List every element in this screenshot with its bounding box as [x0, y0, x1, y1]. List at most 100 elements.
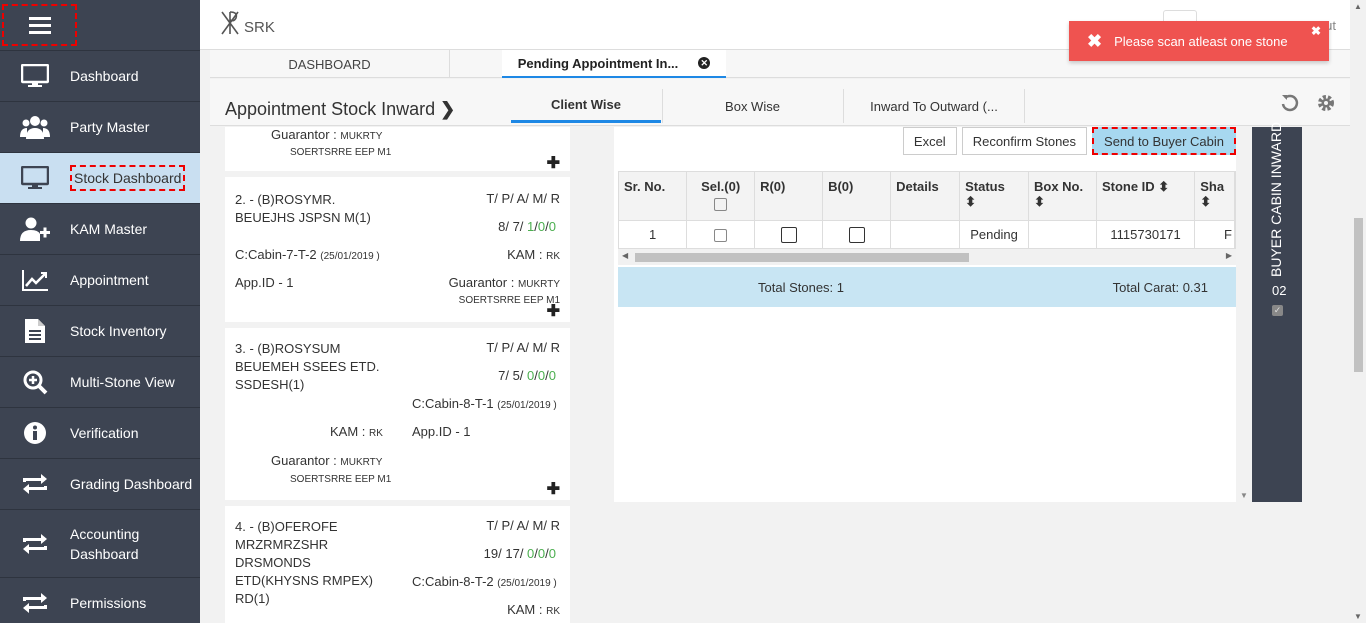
cell-b [822, 219, 892, 248]
sidebar-item-dashboard[interactable]: Dashboard [0, 51, 200, 102]
sidebar-item-permissions[interactable]: Permissions [0, 578, 200, 623]
date: (25/01/2019 ) [497, 400, 557, 411]
tab-label: Box Wise [725, 98, 780, 114]
sidebar-item-verification[interactable]: Verification [0, 408, 200, 459]
scrollbar-thumb[interactable] [635, 253, 969, 262]
kam-info: KAM : RK [507, 247, 560, 262]
sidebar-item-accounting-dashboard[interactable]: Accounting Dashboard [0, 510, 200, 578]
cell-status: Pending [959, 219, 1029, 248]
b-checkbox[interactable] [848, 227, 865, 244]
info-icon [0, 421, 70, 445]
client-name: 3. - (B)ROSYSUM BEUEMEH SSEES ETD. SSDES… [235, 341, 380, 392]
stone-counts: 7/ 5/ 0/0/0 [498, 368, 556, 383]
table-row[interactable]: 1 Pending 1115730171 F [619, 219, 1235, 248]
monitor-icon [0, 64, 70, 88]
menu-toggle[interactable] [0, 0, 200, 51]
sidebar-item-label: Permissions [70, 595, 147, 611]
client-card[interactable]: 3. - (B)ROSYSUM BEUEMEH SSEES ETD. SSDES… [225, 328, 570, 500]
r-checkbox[interactable] [780, 227, 797, 244]
col-b: B(0) [822, 172, 892, 220]
scroll-left-icon[interactable]: ◀ [622, 251, 628, 260]
send-to-buyer-cabin-button[interactable]: Send to Buyer Cabin [1092, 127, 1236, 155]
document-icon [0, 318, 70, 344]
kam-label: KAM : [507, 602, 543, 617]
guarantor-line: Guarantor : MUKRTY [271, 127, 382, 142]
sort-icon[interactable]: ⬍ [1158, 179, 1169, 194]
sidebar-item-kam-master[interactable]: KAM Master [0, 204, 200, 255]
sidebar-item-grading-dashboard[interactable]: Grading Dashboard [0, 459, 200, 510]
cabin-info: C:Cabin-8-T-1 (25/01/2019 ) [412, 396, 557, 411]
excel-button[interactable]: Excel [902, 127, 957, 155]
sidebar-item-stock-dashboard[interactable]: Stock Dashboard [0, 153, 200, 204]
select-all-checkbox[interactable] [714, 197, 728, 211]
scroll-up-icon[interactable]: ▲ [1354, 2, 1362, 11]
guarantor-sub: SOERTSRRE EEP M1 [458, 295, 560, 306]
sort-icon[interactable]: ⬍ [1200, 194, 1229, 210]
tab-box-wise[interactable]: Box Wise [662, 89, 842, 123]
tab-label: DASHBOARD [288, 56, 371, 72]
sidebar-item-stock-inventory[interactable]: Stock Inventory [0, 306, 200, 357]
reconfirm-stones-button[interactable]: Reconfirm Stones [961, 127, 1088, 155]
count-r: 0 [548, 368, 556, 383]
expand-icon[interactable]: ✚ [547, 479, 560, 499]
col-box-no[interactable]: Box No. ⬍ [1028, 172, 1097, 220]
cabin-info: C:Cabin-7-T-2 (25/01/2019 ) [235, 247, 380, 262]
buyer-cabin-checkbox[interactable]: ✓ [1272, 305, 1283, 316]
scroll-down-icon[interactable]: ▼ [1354, 612, 1362, 621]
sidebar-item-party-master[interactable]: Party Master [0, 102, 200, 153]
close-icon[interactable]: ✖ [1311, 24, 1321, 38]
cell-sr-no: 1 [619, 219, 688, 248]
logo-text: SRK [244, 19, 275, 36]
srk-logo-icon [221, 11, 239, 35]
guarantor-sub: SOERTSRRE EEP M1 [290, 474, 392, 485]
page-scrollbar-thumb[interactable] [1354, 218, 1363, 372]
scroll-down-icon[interactable]: ▼ [1240, 491, 1248, 500]
col-sel-label: Sel.(0) [701, 179, 741, 194]
col-status[interactable]: Status ⬍ [959, 172, 1029, 220]
hamburger-icon[interactable] [2, 4, 77, 46]
client-card[interactable]: 2. - (B)ROSYMR. BEUEJHS JSPSN M(1) T/ P/… [225, 177, 570, 322]
sidebar-item-label: Multi-Stone View [70, 374, 175, 390]
sidebar-item-label: Grading Dashboard [70, 476, 193, 492]
tab-client-wise[interactable]: Client Wise [511, 89, 661, 123]
col-stone-id[interactable]: Stone ID ⬍ [1096, 172, 1196, 220]
col-shape[interactable]: Sha ⬍ [1194, 172, 1235, 220]
col-sel: Sel.(0) [686, 172, 756, 220]
expand-icon[interactable]: ✚ [547, 153, 560, 173]
tab-inward-to-outward[interactable]: Inward To Outward (... [843, 89, 1025, 123]
count-tp: 19/ 17/ [483, 546, 528, 561]
refresh-icon[interactable] [1280, 93, 1300, 113]
app-id: App.ID - 1 [235, 275, 294, 290]
sidebar-item-appointment[interactable]: Appointment [0, 255, 200, 306]
sidebar-item-label: Party Master [70, 119, 150, 135]
kam-label: KAM : [507, 247, 543, 262]
kam-value: RK [369, 428, 383, 439]
sidebar-item-label: Appointment [70, 272, 149, 288]
sidebar-item-multi-stone-view[interactable]: Multi-Stone View [0, 357, 200, 408]
scroll-right-icon[interactable]: ▶ [1226, 251, 1232, 260]
sidebar-item-label: Stock Dashboard [70, 165, 186, 191]
buyer-cabin-inward-panel[interactable]: BUYER CABIN INWARD 02 ✓ [1252, 122, 1302, 502]
sort-icon[interactable]: ⬍ [965, 194, 1023, 210]
sort-icon[interactable]: ⬍ [1034, 194, 1091, 210]
expand-icon[interactable]: ✚ [547, 301, 560, 321]
panel-scrollbar[interactable]: ▼ [1238, 127, 1250, 502]
client-card[interactable]: Guarantor : MUKRTY SOERTSRRE EEP M1 ✚ [225, 127, 570, 173]
buyer-cabin-label: BUYER CABIN INWARD [1268, 121, 1284, 277]
sidebar-item-label: KAM Master [70, 221, 148, 237]
client-card[interactable]: 4. - (B)OFEROFE MRZRMRZSHR DRSMONDS ETD(… [225, 506, 570, 623]
total-stones: Total Stones: 1 [758, 279, 844, 295]
row-select-checkbox[interactable] [714, 229, 728, 243]
page-title-text: Appointment Stock Inward [225, 99, 436, 119]
tab-label: Pending Appointment In... [517, 55, 679, 71]
kam-info: KAM : RK [507, 602, 560, 617]
tab-pending-appointment[interactable]: Pending Appointment In... ✕ [502, 50, 726, 78]
gear-icon[interactable] [1316, 93, 1336, 113]
close-tab-icon[interactable]: ✕ [698, 57, 711, 69]
page-scrollbar[interactable]: ▲ ▼ [1350, 0, 1366, 623]
guarantor-sub: SOERTSRRE EEP M1 [290, 147, 392, 158]
guarantor-line: Guarantor : MUKRTY [271, 453, 382, 468]
cabin-info: C:Cabin-8-T-2 (25/01/2019 ) [412, 574, 557, 589]
tab-dashboard[interactable]: DASHBOARD [210, 50, 450, 78]
table-horizontal-scrollbar[interactable]: ◀ ▶ [618, 249, 1236, 265]
